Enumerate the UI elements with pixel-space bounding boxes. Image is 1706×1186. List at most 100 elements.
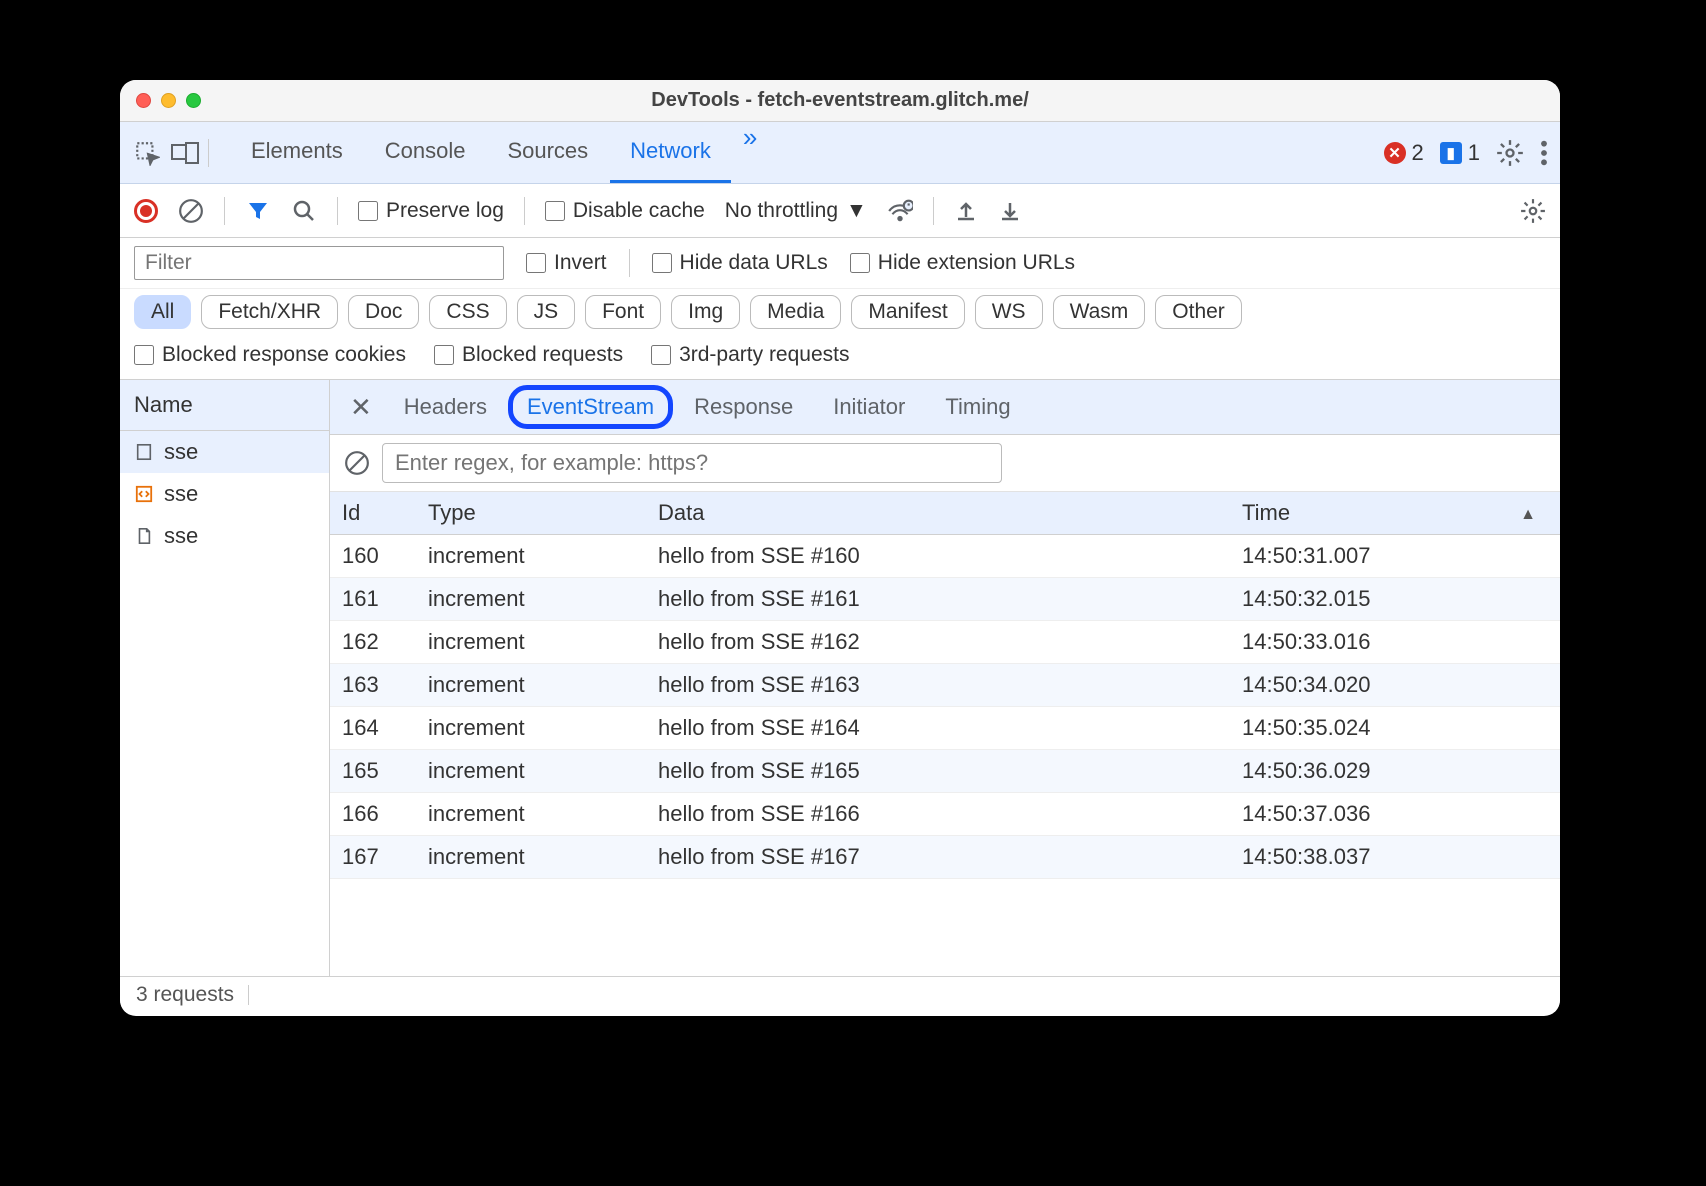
preserve-log-input[interactable] <box>358 201 378 221</box>
event-row[interactable]: 166incrementhello from SSE #16614:50:37.… <box>330 793 1560 836</box>
detail-tab-initiator[interactable]: Initiator <box>819 388 919 426</box>
hide-data-urls-input[interactable] <box>652 253 672 273</box>
event-filter-bar <box>330 435 1560 492</box>
event-id: 166 <box>330 793 416 835</box>
inspect-element-button[interactable] <box>132 138 162 168</box>
request-item-name: sse <box>164 439 198 465</box>
settings-button[interactable] <box>1496 139 1524 167</box>
more-menu-button[interactable] <box>1540 139 1548 167</box>
resource-chip-font[interactable]: Font <box>585 295 661 329</box>
hide-extension-urls-checkbox[interactable]: Hide extension URLs <box>850 251 1075 275</box>
blocked-requests-input[interactable] <box>434 345 454 365</box>
event-col-time[interactable]: Time ▲ <box>1230 492 1560 534</box>
blocked-requests-label: Blocked requests <box>462 343 623 367</box>
extra-filters-row: Blocked response cookies Blocked request… <box>120 335 1560 380</box>
event-row[interactable]: 160incrementhello from SSE #16014:50:31.… <box>330 535 1560 578</box>
throttling-value: No throttling <box>725 199 838 223</box>
request-item[interactable]: sse <box>120 515 329 557</box>
invert-checkbox[interactable]: Invert <box>526 251 607 275</box>
resource-chip-all[interactable]: All <box>134 295 191 329</box>
network-conditions-button[interactable] <box>887 198 913 224</box>
hide-extension-urls-input[interactable] <box>850 253 870 273</box>
request-item-name: sse <box>164 523 198 549</box>
event-data: hello from SSE #165 <box>646 750 1230 792</box>
event-row[interactable]: 161incrementhello from SSE #16114:50:32.… <box>330 578 1560 621</box>
detail-tab-timing[interactable]: Timing <box>931 388 1024 426</box>
tab-network[interactable]: Network <box>610 122 731 183</box>
divider <box>337 197 338 225</box>
messages-count: 1 <box>1468 140 1480 166</box>
event-id: 160 <box>330 535 416 577</box>
event-row[interactable]: 167incrementhello from SSE #16714:50:38.… <box>330 836 1560 879</box>
event-row[interactable]: 164incrementhello from SSE #16414:50:35.… <box>330 707 1560 750</box>
event-id: 165 <box>330 750 416 792</box>
event-data: hello from SSE #164 <box>646 707 1230 749</box>
blocked-cookies-checkbox[interactable]: Blocked response cookies <box>134 343 406 367</box>
blocked-requests-checkbox[interactable]: Blocked requests <box>434 343 623 367</box>
detail-tab-response[interactable]: Response <box>680 388 807 426</box>
resource-chip-js[interactable]: JS <box>517 295 576 329</box>
errors-badge[interactable]: ✕ 2 <box>1384 140 1424 166</box>
resource-chip-doc[interactable]: Doc <box>348 295 419 329</box>
event-time: 14:50:34.020 <box>1230 664 1560 706</box>
event-regex-input[interactable] <box>382 443 1002 483</box>
request-item[interactable]: sse <box>120 473 329 515</box>
blocked-cookies-input[interactable] <box>134 345 154 365</box>
third-party-label: 3rd-party requests <box>679 343 849 367</box>
event-col-type[interactable]: Type <box>416 492 646 534</box>
event-data: hello from SSE #167 <box>646 836 1230 878</box>
resource-chip-manifest[interactable]: Manifest <box>851 295 964 329</box>
event-time: 14:50:35.024 <box>1230 707 1560 749</box>
disable-cache-checkbox[interactable]: Disable cache <box>545 199 705 223</box>
tab-sources[interactable]: Sources <box>487 122 608 183</box>
error-icon: ✕ <box>1384 142 1406 164</box>
clear-events-button[interactable] <box>344 450 370 476</box>
blocked-cookies-label: Blocked response cookies <box>162 343 406 367</box>
throttling-select[interactable]: No throttling ▼ <box>725 199 867 223</box>
upload-har-button[interactable] <box>954 199 978 223</box>
event-id: 161 <box>330 578 416 620</box>
divider <box>248 985 249 1005</box>
resource-chip-css[interactable]: CSS <box>429 295 506 329</box>
network-settings-button[interactable] <box>1520 198 1546 224</box>
download-har-button[interactable] <box>998 199 1022 223</box>
filter-toggle-button[interactable] <box>245 198 271 224</box>
event-type: increment <box>416 707 646 749</box>
titlebar: DevTools - fetch-eventstream.glitch.me/ <box>120 80 1560 122</box>
resource-chip-img[interactable]: Img <box>671 295 740 329</box>
tab-elements[interactable]: Elements <box>231 122 363 183</box>
messages-badge[interactable]: ▮ 1 <box>1440 140 1480 166</box>
resource-chip-other[interactable]: Other <box>1155 295 1242 329</box>
event-col-id[interactable]: Id <box>330 492 416 534</box>
event-row[interactable]: 162incrementhello from SSE #16214:50:33.… <box>330 621 1560 664</box>
hide-extension-urls-label: Hide extension URLs <box>878 251 1075 275</box>
event-type: increment <box>416 664 646 706</box>
tab-console[interactable]: Console <box>365 122 486 183</box>
preserve-log-checkbox[interactable]: Preserve log <box>358 199 504 223</box>
resource-chip-media[interactable]: Media <box>750 295 841 329</box>
detail-tab-eventstream[interactable]: EventStream <box>513 390 668 424</box>
search-button[interactable] <box>291 198 317 224</box>
resource-chip-wasm[interactable]: Wasm <box>1053 295 1146 329</box>
filter-input[interactable] <box>134 246 504 280</box>
event-data: hello from SSE #166 <box>646 793 1230 835</box>
hide-data-urls-checkbox[interactable]: Hide data URLs <box>652 251 828 275</box>
detail-tab-headers[interactable]: Headers <box>390 388 501 426</box>
clear-button[interactable] <box>178 198 204 224</box>
close-details-button[interactable]: ✕ <box>344 392 378 423</box>
resource-chip-ws[interactable]: WS <box>975 295 1043 329</box>
invert-input[interactable] <box>526 253 546 273</box>
record-button[interactable] <box>134 199 158 223</box>
resource-chip-fetchxhr[interactable]: Fetch/XHR <box>201 295 338 329</box>
divider <box>224 197 225 225</box>
request-item[interactable]: sse <box>120 431 329 473</box>
event-col-data[interactable]: Data <box>646 492 1230 534</box>
third-party-input[interactable] <box>651 345 671 365</box>
more-tabs-button[interactable]: » <box>733 122 767 183</box>
third-party-checkbox[interactable]: 3rd-party requests <box>651 343 849 367</box>
event-row[interactable]: 163incrementhello from SSE #16314:50:34.… <box>330 664 1560 707</box>
disable-cache-input[interactable] <box>545 201 565 221</box>
doc-outline-icon <box>134 442 154 462</box>
device-toolbar-button[interactable] <box>170 138 200 168</box>
event-row[interactable]: 165incrementhello from SSE #16514:50:36.… <box>330 750 1560 793</box>
